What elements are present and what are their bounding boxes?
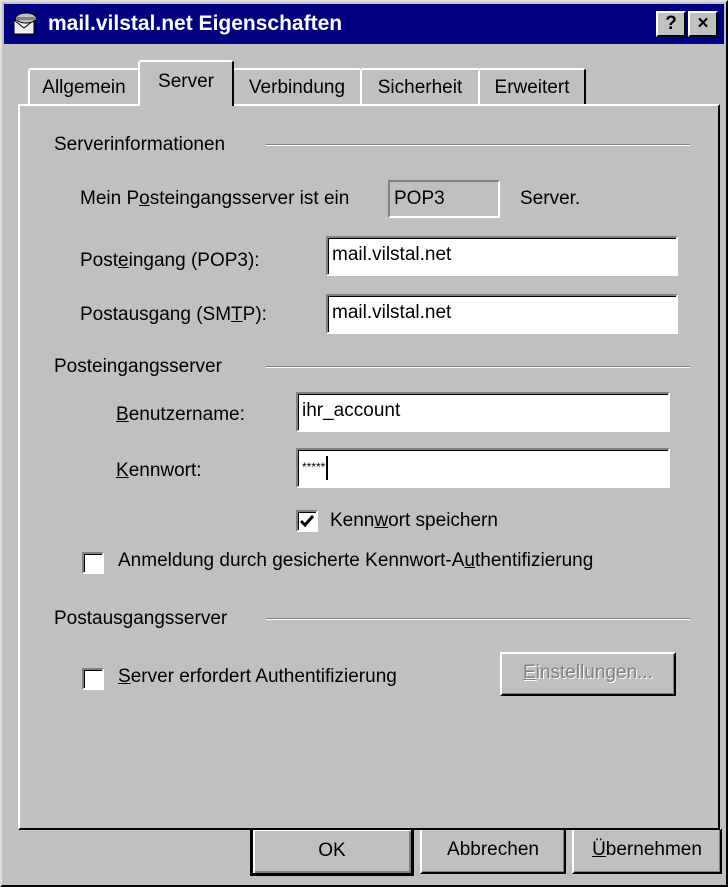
spa-checkbox[interactable] xyxy=(82,552,104,574)
tab-allgemein[interactable]: Allgemein xyxy=(28,68,140,106)
outgoing-server-label: Postausgang (SMTP): xyxy=(80,304,267,325)
username-input[interactable]: ihr_account xyxy=(296,392,670,432)
incoming-server-label: Posteingang (POP3): xyxy=(80,250,260,271)
group-divider xyxy=(266,618,690,620)
server-suffix-label: Server. xyxy=(520,188,581,209)
username-label: Benutzername: xyxy=(116,404,245,425)
group-heading-posteingangsserver: Posteingangsserver xyxy=(54,356,222,377)
settings-button[interactable]: Einstellungen... xyxy=(500,652,676,696)
tab-server[interactable]: Server xyxy=(138,60,234,106)
server-tab-panel: Serverinformationen Mein Posteingangsser… xyxy=(18,104,720,830)
title-bar[interactable]: mail.vilstal.net Eigenschaften ? × xyxy=(4,4,724,44)
tab-sicherheit[interactable]: Sicherheit xyxy=(360,68,480,106)
save-password-checkbox[interactable] xyxy=(296,510,318,532)
group-divider xyxy=(266,366,690,368)
spa-label: Anmeldung durch gesicherte Kennwort-Auth… xyxy=(118,550,594,571)
group-heading-serverinformationen: Serverinformationen xyxy=(54,134,226,155)
incoming-type-label: Mein Posteingangsserver ist ein xyxy=(80,188,350,209)
smtp-auth-checkbox[interactable] xyxy=(82,668,104,690)
apply-button[interactable]: Übernehmen xyxy=(572,828,722,874)
window-title: mail.vilstal.net Eigenschaften xyxy=(48,12,343,35)
tab-verbindung[interactable]: Verbindung xyxy=(232,68,362,106)
ok-button[interactable]: OK xyxy=(250,826,414,876)
outgoing-server-input[interactable]: mail.vilstal.net xyxy=(326,294,678,334)
password-label: Kennwort: xyxy=(116,460,202,481)
password-input[interactable]: ***** xyxy=(296,448,670,488)
tab-erweitert[interactable]: Erweitert xyxy=(478,68,586,106)
close-button[interactable]: × xyxy=(688,11,718,37)
properties-dialog: mail.vilstal.net Eigenschaften ? × Allge… xyxy=(0,0,728,887)
save-password-label: Kennwort speichern xyxy=(330,510,498,531)
group-divider xyxy=(266,144,690,146)
incoming-server-input[interactable]: mail.vilstal.net xyxy=(326,236,678,276)
text-caret xyxy=(326,455,329,480)
mail-account-icon xyxy=(13,12,37,35)
incoming-server-type-field: POP3 xyxy=(388,180,500,218)
smtp-auth-label: Server erfordert Authentifizierung xyxy=(118,666,397,687)
checkmark-icon xyxy=(299,515,315,528)
cancel-button[interactable]: Abbrechen xyxy=(420,828,566,874)
group-heading-postausgangsserver: Postausgangsserver xyxy=(54,608,228,629)
help-button[interactable]: ? xyxy=(656,11,686,37)
